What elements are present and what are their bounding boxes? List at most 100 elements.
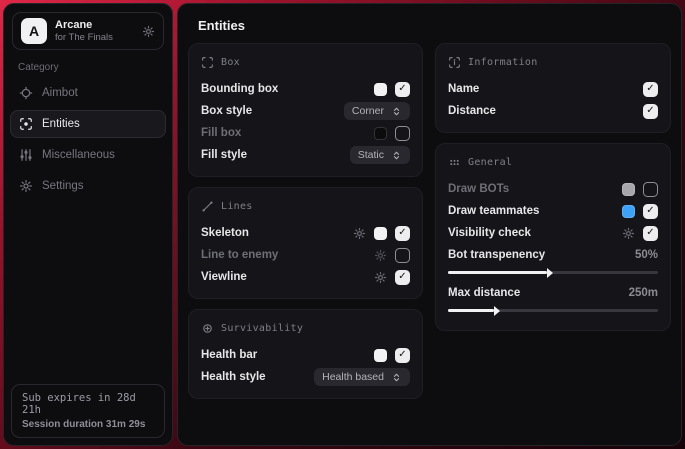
setting-label: Visibility check <box>448 227 531 239</box>
card-title: Information <box>468 57 538 68</box>
setting-row-viewline: Viewline <box>201 266 410 288</box>
setting-label: Draw teammates <box>448 205 539 217</box>
setting-row-max-distance: Max distance 250m <box>448 282 658 304</box>
checkbox[interactable] <box>395 82 410 97</box>
chevrons-up-down-icon <box>391 106 402 117</box>
slider-fill <box>448 309 494 312</box>
setting-row-health-bar: Health bar <box>201 344 410 366</box>
sidebar-item-entities[interactable]: Entities <box>10 110 166 138</box>
checkbox[interactable] <box>395 270 410 285</box>
setting-label: Max distance <box>448 287 520 299</box>
dropdown-value: Static <box>358 149 384 161</box>
setting-label: Skeleton <box>201 227 249 239</box>
sidebar-item-settings[interactable]: Settings <box>10 172 166 200</box>
sidebar-nav: Aimbot Entities Miscellaneous Settings <box>4 79 172 200</box>
setting-label: Fill box <box>201 127 241 139</box>
setting-label: Fill style <box>201 149 247 161</box>
setting-row-bounding-box: Bounding box <box>201 78 410 100</box>
lines-card: Lines Skeleton Line to enemy Viewline <box>188 187 423 299</box>
color-swatch[interactable] <box>374 349 387 362</box>
slider-value: 50% <box>635 249 658 261</box>
chevrons-up-down-icon <box>391 372 402 383</box>
circle-plus-icon <box>201 322 214 335</box>
color-swatch[interactable] <box>622 205 635 218</box>
color-swatch[interactable] <box>622 183 635 196</box>
setting-label: Health bar <box>201 349 257 361</box>
checkbox[interactable] <box>643 104 658 119</box>
color-swatch[interactable] <box>374 227 387 240</box>
page-title: Entities <box>178 4 681 33</box>
general-card: General Draw BOTs Draw teammates Visibil… <box>435 143 671 331</box>
crosshair-icon <box>19 86 33 100</box>
setting-label: Bot transpenency <box>448 249 545 261</box>
checkbox[interactable] <box>395 248 410 263</box>
color-swatch[interactable] <box>374 127 387 140</box>
gear-icon[interactable] <box>374 249 387 262</box>
gear-icon[interactable] <box>353 227 366 240</box>
setting-row-bot-transparency: Bot transpenency 50% <box>448 244 658 266</box>
checkbox[interactable] <box>643 226 658 241</box>
checkbox[interactable] <box>395 348 410 363</box>
bot-transparency-slider[interactable] <box>448 271 658 274</box>
setting-label: Line to enemy <box>201 249 278 261</box>
slider-fill <box>448 271 547 274</box>
fill-style-dropdown[interactable]: Static <box>350 146 410 164</box>
subscription-card: Sub expires in 28d 21h Session duration … <box>11 384 165 438</box>
setting-label: Draw BOTs <box>448 183 509 195</box>
checkbox[interactable] <box>643 82 658 97</box>
chevrons-up-down-icon <box>391 150 402 161</box>
brand-card: A Arcane for The Finals <box>12 12 164 50</box>
checkbox[interactable] <box>395 226 410 241</box>
gear-icon[interactable] <box>374 271 387 284</box>
setting-row-fill-box: Fill box <box>201 122 410 144</box>
checkbox[interactable] <box>395 126 410 141</box>
checkbox[interactable] <box>643 204 658 219</box>
box-style-dropdown[interactable]: Corner <box>344 102 410 120</box>
setting-label: Name <box>448 83 479 95</box>
setting-label: Box style <box>201 105 252 117</box>
gear-icon[interactable] <box>142 25 155 38</box>
setting-row-health-style: Health style Health based <box>201 366 410 388</box>
sidebar-item-label: Settings <box>42 180 84 192</box>
information-card: Information Name Distance <box>435 43 671 133</box>
setting-row-distance: Distance <box>448 100 658 122</box>
health-style-dropdown[interactable]: Health based <box>314 368 410 386</box>
sidebar-item-aimbot[interactable]: Aimbot <box>10 79 166 107</box>
setting-row-draw-teammates: Draw teammates <box>448 200 658 222</box>
box-card: Box Bounding box Box style Corner Fill b… <box>188 43 423 177</box>
setting-label: Bounding box <box>201 83 278 95</box>
line-icon <box>201 200 214 213</box>
sidebar-item-miscellaneous[interactable]: Miscellaneous <box>10 141 166 169</box>
sidebar-item-label: Aimbot <box>42 87 78 99</box>
scan-eye-icon <box>19 117 33 131</box>
setting-row-fill-style: Fill style Static <box>201 144 410 166</box>
session-duration-text: Session duration 31m 29s <box>22 419 154 430</box>
card-title: Box <box>221 57 240 68</box>
color-swatch[interactable] <box>374 83 387 96</box>
grid-dots-icon <box>448 156 461 169</box>
scan-info-icon <box>448 56 461 69</box>
main-panel: Entities Box Bounding box Box style Corn <box>177 3 682 446</box>
slider-value: 250m <box>629 287 658 299</box>
sliders-icon <box>19 148 33 162</box>
checkbox[interactable] <box>643 182 658 197</box>
sidebar-item-label: Entities <box>42 118 80 130</box>
sidebar: A Arcane for The Finals Category Aimbot … <box>3 3 173 446</box>
card-title: General <box>468 157 512 168</box>
card-title: Lines <box>221 201 253 212</box>
setting-row-box-style: Box style Corner <box>201 100 410 122</box>
dropdown-value: Corner <box>352 105 384 117</box>
setting-label: Viewline <box>201 271 247 283</box>
card-title: Survivability <box>221 323 303 334</box>
gear-icon <box>19 179 33 193</box>
gear-icon[interactable] <box>622 227 635 240</box>
setting-label: Distance <box>448 105 496 117</box>
app-subtitle: for The Finals <box>55 32 113 43</box>
setting-row-skeleton: Skeleton <box>201 222 410 244</box>
dropdown-value: Health based <box>322 371 384 383</box>
app-name: Arcane <box>55 19 113 31</box>
setting-row-visibility-check: Visibility check <box>448 222 658 244</box>
brackets-icon <box>201 56 214 69</box>
max-distance-slider[interactable] <box>448 309 658 312</box>
setting-label: Health style <box>201 371 266 383</box>
